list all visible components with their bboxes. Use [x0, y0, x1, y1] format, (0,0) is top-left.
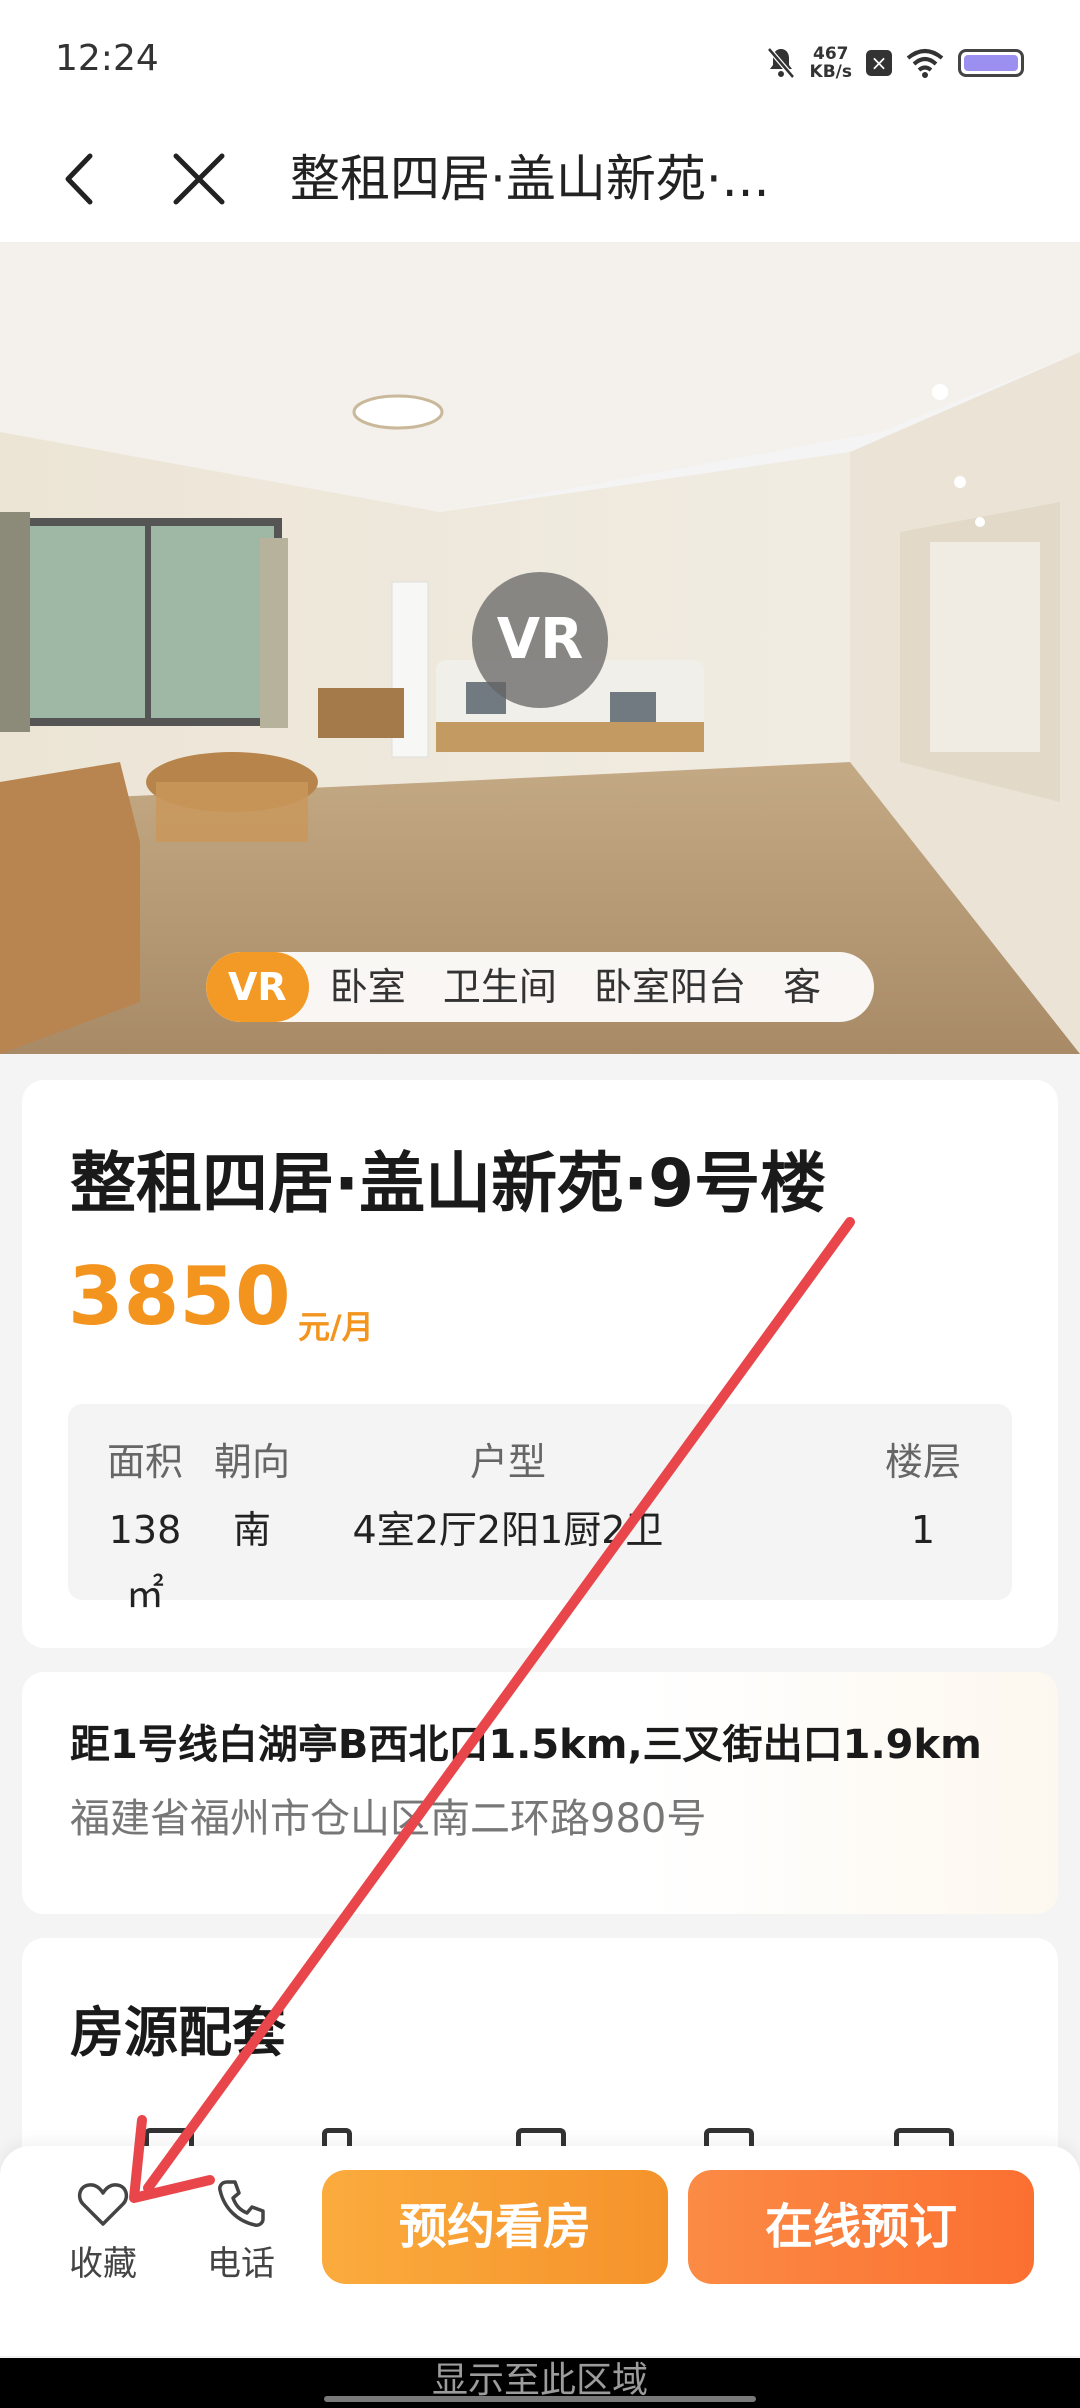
specs-panel: 面积 138㎡ 朝向 南 户型 4室2厅2阳1厨2卫 楼层 1 [68, 1404, 1012, 1616]
spec-value: 南 [232, 1508, 271, 1552]
favorite-label: 收藏 [69, 2244, 137, 2284]
listing-photo[interactable]: VR VR 卧室 卫生间 卧室阳台 客 [0, 242, 1080, 1054]
bottom-action-bar: 收藏 电话 预约看房 在线预订 [0, 2146, 1080, 2356]
spec-layout: 户型 4室2厅2阳1厨2卫 [318, 1434, 698, 1562]
no-sim-icon: × [866, 50, 892, 76]
listing-title: 整租四居·盖山新苑·9号楼 [70, 1145, 827, 1222]
home-indicator[interactable] [324, 2396, 756, 2402]
status-icons: 467 KB/s × [766, 38, 1024, 88]
spec-value: 4室2厅2阳1厨2卫 [352, 1508, 664, 1552]
location-card[interactable]: 距1号线白湖亭B西北口1.5km,三叉街出口1.9km 福建省福州市仓山区南二环… [22, 1672, 1058, 1914]
spec-floor: 楼层 1 [868, 1434, 978, 1562]
spec-label: 户型 [469, 1440, 546, 1484]
photo-tab-vr[interactable]: VR [206, 952, 309, 1022]
photo-tab-bedroom[interactable]: 卧室 [314, 952, 422, 1022]
bell-muted-icon [766, 47, 795, 79]
phone-button[interactable]: 电话 [186, 2176, 296, 2284]
wifi-icon [906, 49, 944, 78]
phone-label: 电话 [207, 2244, 275, 2284]
close-icon[interactable] [164, 144, 234, 214]
price-value: 3850 [68, 1250, 291, 1343]
chevron-left-icon[interactable] [46, 144, 116, 214]
page-title: 整租四居·盖山新苑·... [290, 150, 770, 208]
spec-label: 面积 [106, 1440, 183, 1484]
listing-info-card: 整租四居·盖山新苑·9号楼 3850 元/月 面积 138㎡ 朝向 南 户型 4… [22, 1080, 1058, 1648]
spec-value: 138㎡ [108, 1508, 182, 1616]
spec-orientation: 朝向 南 [202, 1434, 302, 1562]
net-speed-unit: KB/s [809, 62, 852, 82]
amenities-title: 房源配套 [70, 2001, 286, 2064]
book-online-button[interactable]: 在线预订 [688, 2170, 1034, 2284]
photo-tab-living[interactable]: 客 [767, 952, 837, 1022]
address-text: 福建省福州市仓山区南二环路980号 [70, 1796, 707, 1842]
status-bar: 12:24 467 KB/s × [0, 0, 1080, 120]
spec-label: 朝向 [213, 1440, 290, 1484]
status-time: 12:24 [55, 38, 159, 79]
vr-badge[interactable]: VR [472, 572, 608, 708]
spec-label: 楼层 [884, 1440, 961, 1484]
battery-icon [958, 49, 1024, 77]
spec-value: 1 [910, 1508, 936, 1552]
net-speed: 467 KB/s [810, 45, 852, 81]
nav-bar: 整租四居·盖山新苑·... [0, 120, 1080, 242]
spec-area: 面积 138㎡ [90, 1434, 200, 1626]
schedule-viewing-button[interactable]: 预约看房 [322, 2170, 668, 2284]
favorite-button[interactable]: 收藏 [48, 2176, 158, 2284]
photo-tab-bathroom[interactable]: 卫生间 [427, 952, 573, 1022]
transit-info: 距1号线白湖亭B西北口1.5km,三叉街出口1.9km [70, 1722, 982, 1768]
heart-icon [77, 2183, 129, 2226]
photo-category-tabs: VR 卧室 卫生间 卧室阳台 客 [206, 952, 874, 1022]
photo-tab-bedroom-balcony[interactable]: 卧室阳台 [578, 952, 762, 1022]
phone-icon [218, 2180, 265, 2227]
net-speed-value: 467 [813, 44, 849, 64]
price-unit: 元/月 [298, 1308, 374, 1346]
